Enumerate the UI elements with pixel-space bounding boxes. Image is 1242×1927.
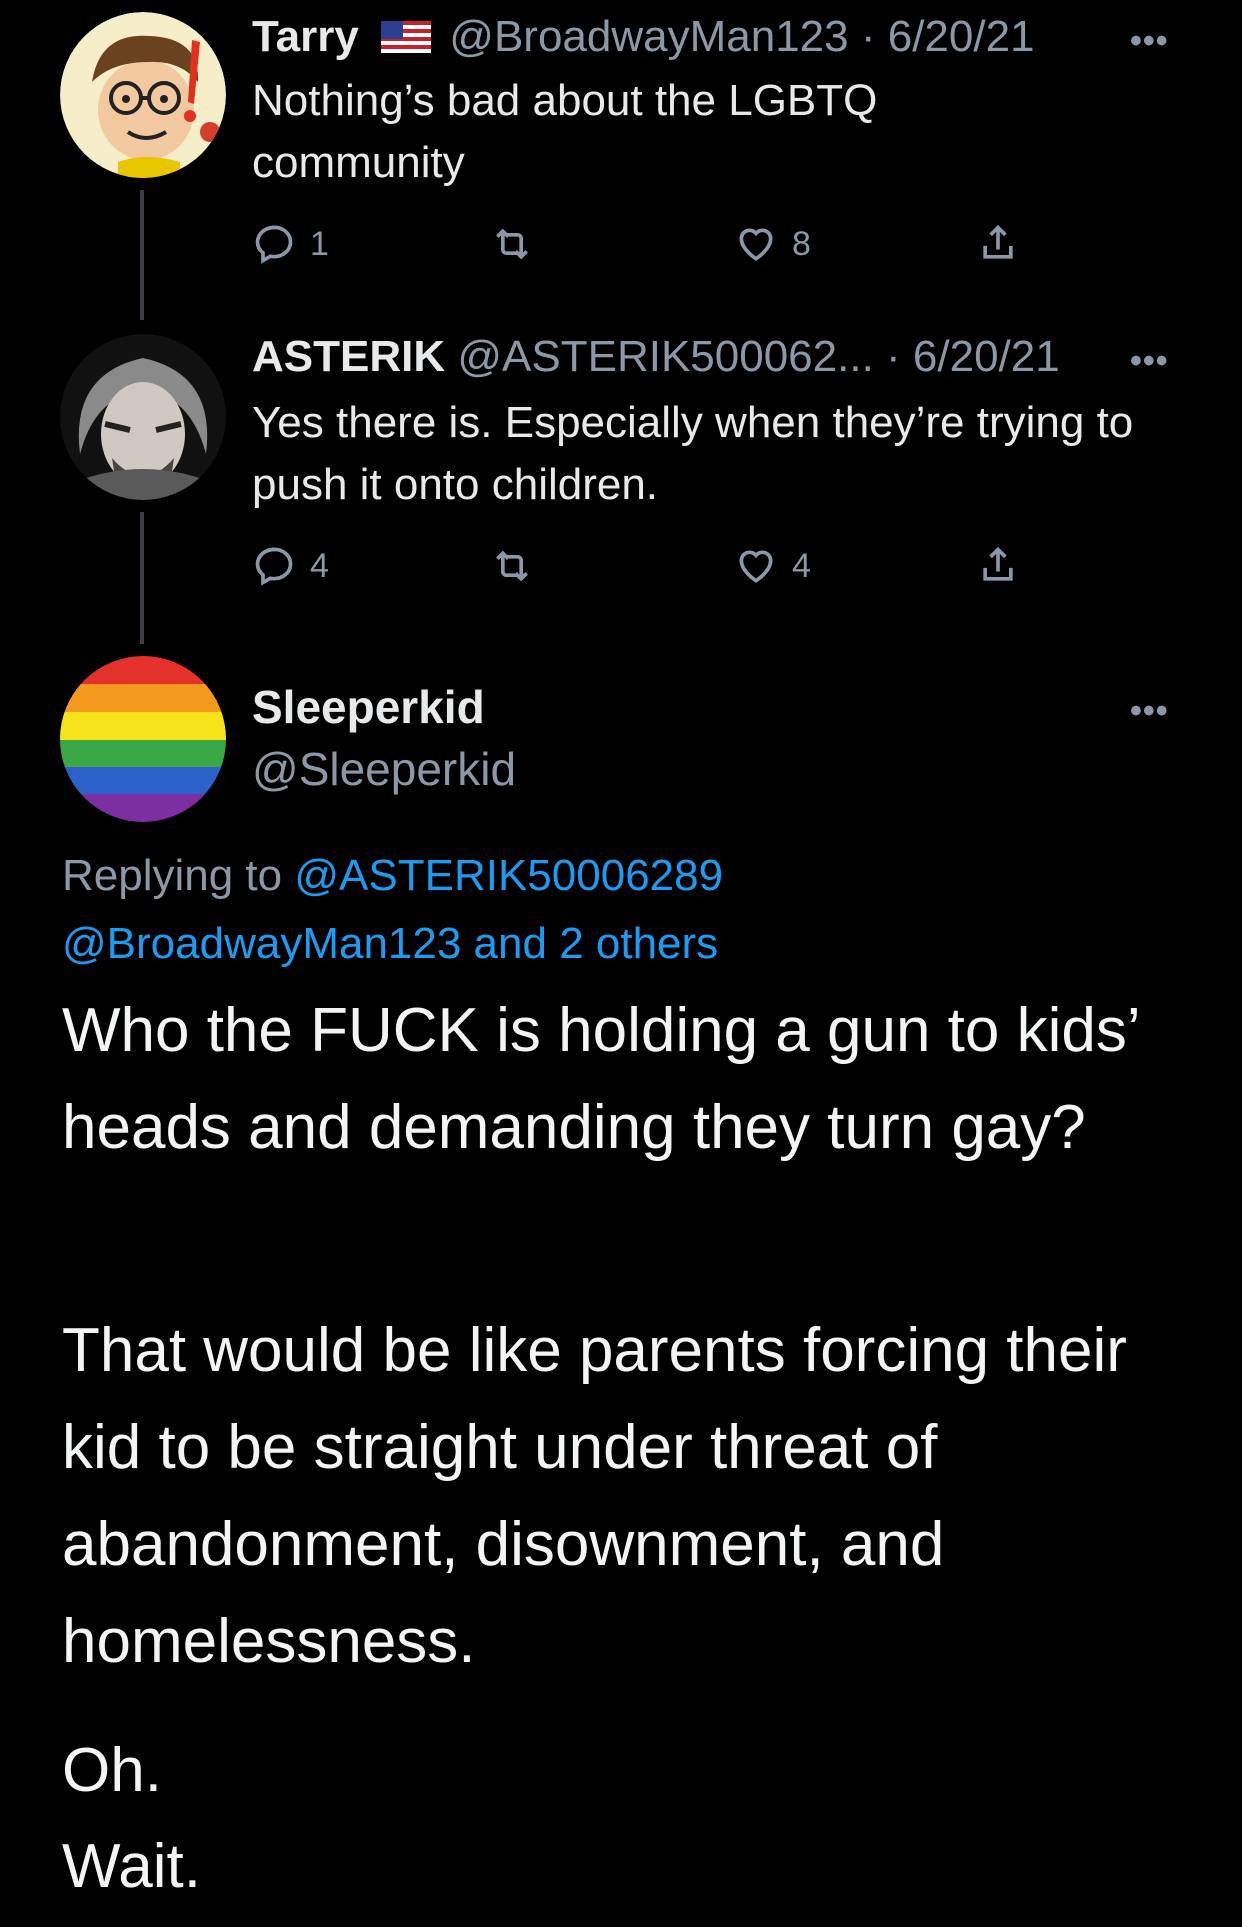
avatar-asterik[interactable] <box>60 334 226 500</box>
retweet-icon <box>496 550 528 582</box>
more-icon[interactable]: ••• <box>1130 692 1169 731</box>
share-button[interactable] <box>976 544 1034 588</box>
avatar-tarry[interactable] <box>60 12 226 178</box>
reply-button[interactable]: 4 <box>252 544 329 588</box>
like-button[interactable]: 4 <box>734 544 811 588</box>
share-icon <box>983 224 1013 259</box>
replying-prefix: Replying to <box>62 851 283 900</box>
reply-icon <box>255 225 293 264</box>
replying-others-link[interactable]: @BroadwayMan123 and 2 others <box>62 919 718 968</box>
retweet-button[interactable] <box>490 222 548 266</box>
user-handle[interactable]: @BroadwayMan123 <box>449 12 848 61</box>
replying-user-link[interactable]: @ASTERIK50006289 <box>294 851 723 900</box>
display-name[interactable]: Tarry <box>252 12 359 61</box>
like-icon <box>739 228 773 261</box>
replying-to: Replying to @ASTERIK50006289 @BroadwayMa… <box>62 842 1182 978</box>
reply-count: 1 <box>310 224 329 263</box>
share-button[interactable] <box>976 222 1034 266</box>
tweet-paragraph: Wait. <box>62 1832 201 1901</box>
tweet-header: Tarry @BroadwayMan123 · 6/20/21 <box>252 10 1035 66</box>
reply-icon <box>255 547 293 586</box>
user-handle[interactable]: @ASTERIK500062... <box>457 332 873 381</box>
tweet-date[interactable]: · 6/20/21 <box>861 12 1035 61</box>
more-icon[interactable]: ••• <box>1130 342 1169 381</box>
tweet-paragraph: Oh. <box>62 1736 162 1805</box>
retweet-button[interactable] <box>490 544 548 588</box>
us-flag-icon <box>381 12 432 66</box>
reply-button[interactable]: 1 <box>252 222 329 266</box>
like-icon <box>739 550 773 583</box>
display-name[interactable]: ASTERIK <box>252 332 445 381</box>
like-button[interactable]: 8 <box>734 222 811 266</box>
tweet-paragraph: Who the FUCK is holding a gun to kids’ h… <box>62 996 1139 1162</box>
tweet-text: Nothing’s bad about the LGBTQ community <box>252 76 878 187</box>
reply-count: 4 <box>310 546 329 585</box>
more-icon[interactable]: ••• <box>1130 22 1169 61</box>
avatar-sleeperkid[interactable] <box>60 656 226 822</box>
like-count: 8 <box>792 224 811 263</box>
tweet-header: ASTERIK @ASTERIK500062... · 6/20/21 <box>252 330 1060 384</box>
thread-line-1 <box>140 190 144 320</box>
like-count: 4 <box>792 546 811 585</box>
share-icon <box>983 546 1013 581</box>
user-handle[interactable]: @Sleeperkid <box>252 742 516 796</box>
tweet-text: Yes there is. Especially when they’re tr… <box>252 398 1134 509</box>
thread-line-2 <box>140 512 144 644</box>
display-name[interactable]: Sleeperkid <box>252 680 485 734</box>
tweet-date[interactable]: · 6/20/21 <box>886 332 1060 381</box>
tweet-paragraph: That would be like parents forcing their… <box>62 1316 1127 1676</box>
retweet-icon <box>496 228 528 260</box>
